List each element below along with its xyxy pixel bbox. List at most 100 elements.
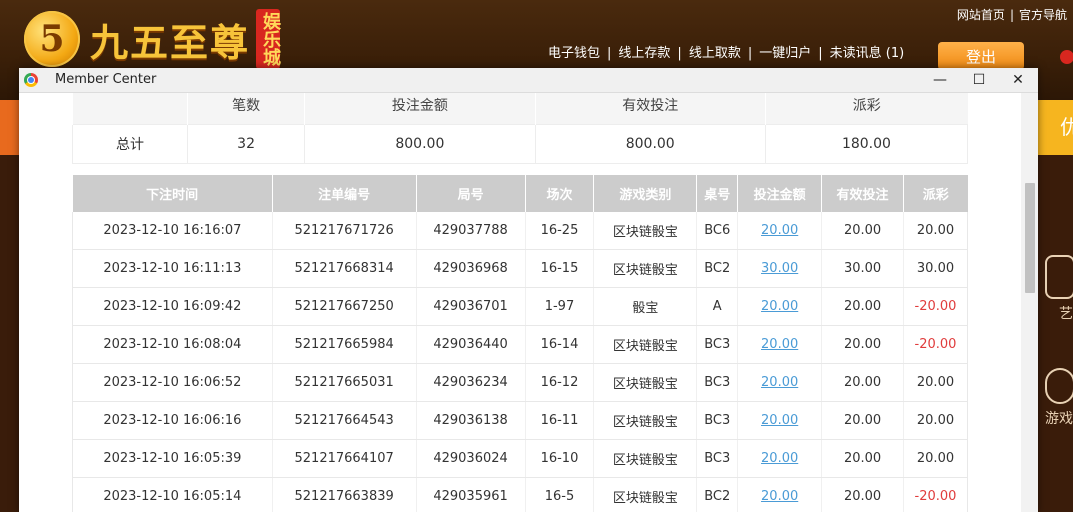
summary-table: 笔数 投注金额 有效投注 派彩 总计 32 800.00 800.00 180.… — [72, 93, 969, 164]
table-id: BC2 — [696, 249, 738, 288]
top-links: 网站首页 | 官方导航 — [957, 6, 1067, 23]
column-header: 桌号 — [696, 175, 738, 212]
logout-button[interactable]: 登出 — [938, 42, 1024, 70]
round-id: 429036234 — [415, 363, 526, 402]
window-titlebar[interactable]: Member Center — ☐ ✕ — [19, 68, 1038, 93]
deposit-link[interactable]: 线上存款 — [618, 46, 670, 61]
table-id: BC3 — [696, 401, 738, 440]
window-content: 笔数 投注金额 有效投注 派彩 总计 32 800.00 800.00 180.… — [19, 93, 1021, 512]
table-row: 2023-12-10 16:08:04 521217665984 429036440… — [72, 325, 968, 364]
column-header: 游戏类别 — [593, 175, 697, 212]
game-type: 区块链骰宝 — [593, 325, 697, 364]
side-game-label: 游戏 — [1045, 411, 1073, 427]
summary-cell: 32 — [186, 124, 306, 164]
official-nav-link[interactable]: 官方导航 — [1019, 8, 1067, 22]
bet-amount-link[interactable]: 20.00 — [737, 477, 822, 512]
home-link[interactable]: 网站首页 — [957, 8, 1005, 22]
minimize-button[interactable]: — — [921, 68, 959, 92]
round-id: 429036024 — [415, 439, 526, 478]
wallet-link[interactable]: 电子钱包 — [548, 46, 600, 61]
payout: 20.00 — [903, 363, 968, 402]
dice-icon — [1045, 368, 1073, 404]
bet-header-row: 下注时间 注单编号 局号 场次 游戏类别 桌号 投注金额 有效投注 派彩 — [72, 175, 968, 212]
account-nav: 电子钱包 | 线上存款 | 线上取款 | 一键归户 | 未读讯息 (1) — [548, 42, 904, 61]
payout: -20.00 — [903, 477, 968, 512]
side-game-entry[interactable]: 艺 — [1040, 255, 1073, 323]
payout: 30.00 — [903, 249, 968, 288]
flag-icon[interactable] — [1060, 50, 1073, 64]
game-type: 区块链骰宝 — [593, 249, 697, 288]
table-id: BC2 — [696, 477, 738, 512]
bet-time: 2023-12-10 16:09:42 — [72, 287, 273, 326]
bet-time: 2023-12-10 16:06:16 — [72, 401, 273, 440]
bet-amount-link[interactable]: 20.00 — [737, 287, 822, 326]
valid-bet: 30.00 — [821, 249, 904, 288]
session: 16-10 — [524, 439, 594, 478]
valid-bet: 20.00 — [821, 477, 904, 512]
close-button[interactable]: ✕ — [999, 68, 1037, 92]
summary-header: 有效投注 — [534, 93, 766, 125]
summary-total-row: 总计 32 800.00 800.00 180.00 — [72, 124, 969, 164]
bet-rows: 2023-12-10 16:16:07 521217671726 429037788… — [72, 212, 968, 512]
bet-amount-link[interactable]: 20.00 — [737, 401, 822, 440]
summary-cell: 总计 — [72, 124, 188, 164]
game-type: 区块链骰宝 — [593, 401, 697, 440]
session: 1-97 — [524, 287, 594, 326]
summary-cell: 180.00 — [764, 124, 969, 164]
separator: | — [818, 46, 823, 61]
payout: 20.00 — [903, 212, 968, 250]
payout: 20.00 — [903, 439, 968, 478]
round-id: 429036138 — [415, 401, 526, 440]
valid-bet: 20.00 — [821, 439, 904, 478]
table-id: BC3 — [696, 325, 738, 364]
bet-amount-link[interactable]: 20.00 — [737, 439, 822, 478]
session: 16-25 — [524, 212, 594, 250]
bet-time: 2023-12-10 16:16:07 — [72, 212, 273, 250]
column-header: 有效投注 — [821, 175, 904, 212]
summary-header: 投注金额 — [304, 93, 536, 125]
bet-amount-link[interactable]: 20.00 — [737, 212, 822, 250]
valid-bet: 20.00 — [821, 401, 904, 440]
column-header: 场次 — [524, 175, 594, 212]
table-id: BC3 — [696, 363, 738, 402]
summary-header-row: 笔数 投注金额 有效投注 派彩 — [72, 93, 968, 125]
bet-amount-link[interactable]: 30.00 — [737, 249, 822, 288]
game-type: 区块链骰宝 — [593, 363, 697, 402]
game-type: 骰宝 — [593, 287, 697, 326]
separator: | — [607, 46, 612, 61]
bet-time: 2023-12-10 16:05:14 — [72, 477, 273, 512]
session: 16-12 — [524, 363, 594, 402]
side-promo-tile[interactable]: 优 — [1038, 100, 1073, 155]
table-row: 2023-12-10 16:06:52 521217665031 429036234… — [72, 363, 968, 402]
bet-time: 2023-12-10 16:05:39 — [72, 439, 273, 478]
separator: | — [747, 46, 753, 61]
bet-id: 521217665031 — [271, 363, 417, 402]
scrollbar-thumb[interactable] — [1025, 183, 1035, 293]
side-game-entry[interactable]: 游戏 — [1040, 368, 1073, 428]
table-id: A — [696, 287, 738, 326]
column-header: 派彩 — [903, 175, 968, 212]
vertical-scrollbar[interactable] — [1021, 93, 1038, 512]
maximize-button[interactable]: ☐ — [960, 68, 998, 92]
member-center-window: Member Center — ☐ ✕ 笔数 投注金额 有效投注 派彩 总计 3… — [19, 68, 1038, 512]
table-id: BC3 — [696, 439, 738, 478]
table-row: 2023-12-10 16:05:14 521217663839 429035961… — [72, 477, 968, 512]
summary-cell: 800.00 — [304, 124, 536, 164]
bet-time: 2023-12-10 16:06:52 — [72, 363, 273, 402]
withdraw-link[interactable]: 线上取款 — [689, 46, 741, 61]
messages-link[interactable]: 未读讯息 (1) — [830, 46, 905, 61]
summary-header: 笔数 — [186, 93, 305, 125]
bet-amount-link[interactable]: 20.00 — [737, 325, 822, 364]
session: 16-11 — [524, 401, 594, 440]
consolidate-link[interactable]: 一键归户 — [759, 46, 811, 61]
logo-badge-icon: 5 — [24, 11, 80, 67]
logo-tag: 娱乐城 — [256, 9, 281, 69]
bet-id: 521217665984 — [271, 325, 417, 364]
bet-id: 521217664107 — [271, 439, 417, 478]
window-title: Member Center — [55, 72, 157, 87]
site-logo[interactable]: 5 九五至尊 娱乐城 — [24, 8, 281, 70]
bet-amount-link[interactable]: 20.00 — [737, 363, 822, 402]
separator: | — [677, 46, 682, 61]
side-game-label: 艺 — [1059, 306, 1073, 322]
logo-text: 九五至尊 — [90, 19, 251, 65]
